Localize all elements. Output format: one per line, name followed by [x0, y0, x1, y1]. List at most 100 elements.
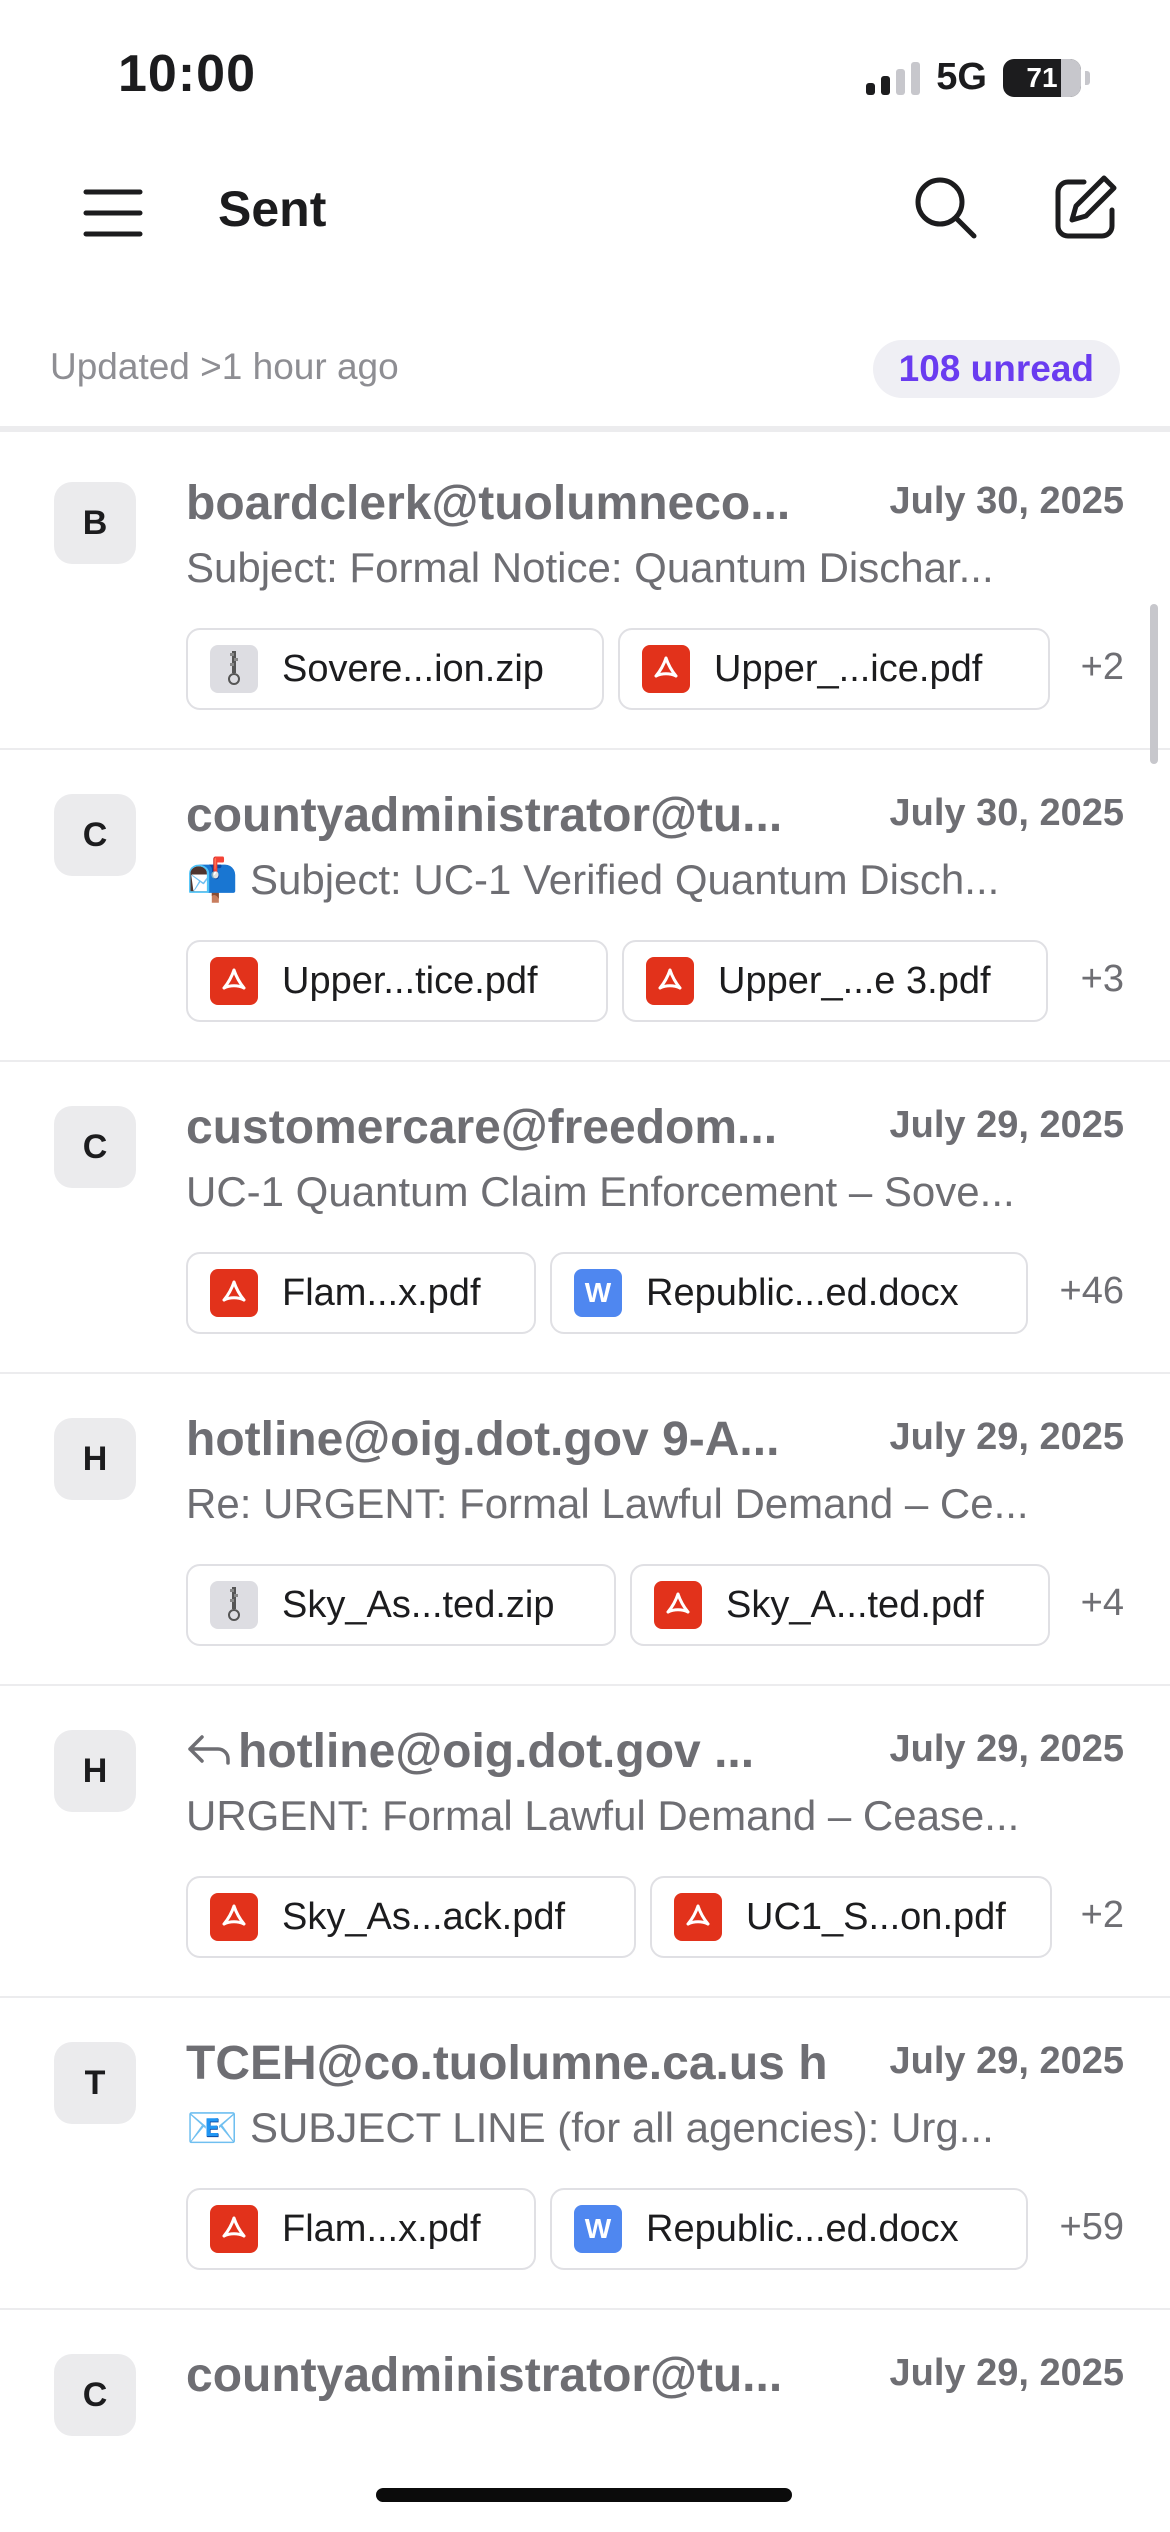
attachment-name: Sovere...ion.zip — [282, 647, 544, 690]
page-title: Sent — [218, 181, 327, 237]
attachment-list: Flam...x.pdf W Republic...ed.docx +46 — [186, 1252, 1146, 1334]
sender-line: hotline@oig.dot.gov ... July 29, 2025 — [186, 1724, 1146, 1784]
attachment-name: Sky_As...ted.zip — [282, 1583, 555, 1626]
more-attachments-count: +2 — [1080, 1894, 1124, 1936]
pdf-file-icon — [654, 1581, 702, 1629]
cellular-signal-icon — [866, 61, 921, 95]
attachment-name: Upper...tice.pdf — [282, 959, 538, 1002]
attachment-name: Sky_As...ack.pdf — [282, 1895, 566, 1938]
more-attachments-count: +59 — [1059, 2206, 1124, 2248]
pdf-file-icon — [674, 1893, 722, 1941]
attachment-chip[interactable]: Flam...x.pdf — [186, 1252, 536, 1334]
sender-line: hotline@oig.dot.gov 9-A... July 29, 2025 — [186, 1412, 1146, 1472]
sender-address: TCEH@co.tuolumne.ca.us h — [186, 2037, 828, 2090]
battery-icon: 71 — [1003, 58, 1081, 97]
scrollbar[interactable] — [1150, 604, 1158, 764]
attachment-chip[interactable]: W Republic...ed.docx — [550, 2188, 1028, 2270]
attachment-chip[interactable]: Sovere...ion.zip — [186, 628, 604, 710]
attachment-chip[interactable]: Flam...x.pdf — [186, 2188, 536, 2270]
attachment-name: Sky_A...ted.pdf — [726, 1583, 984, 1626]
message-date: July 29, 2025 — [889, 2040, 1124, 2082]
attachment-chip[interactable]: W Republic...ed.docx — [550, 1252, 1028, 1334]
attachment-chip[interactable]: UC1_S...on.pdf — [650, 1876, 1052, 1958]
message-row[interactable]: B boardclerk@tuolumneco... July 30, 2025… — [0, 438, 1170, 750]
message-subject: 📧 SUBJECT LINE (for all agencies): Urg..… — [186, 2104, 994, 2151]
attachment-list: Sky_As...ted.zip Sky_A...ted.pdf +4 — [186, 1564, 1146, 1646]
attachment-chip[interactable]: Sky_A...ted.pdf — [630, 1564, 1050, 1646]
reply-arrow-icon — [186, 1724, 238, 1779]
message-date: July 30, 2025 — [889, 792, 1124, 834]
pdf-file-icon — [210, 957, 258, 1005]
search-icon[interactable] — [910, 172, 982, 244]
message-subject: 📬 Subject: UC-1 Verified Quantum Disch..… — [186, 856, 1000, 903]
more-attachments-count: +3 — [1080, 958, 1124, 1000]
sender-line: TCEH@co.tuolumne.ca.us h July 29, 2025 — [186, 2036, 1146, 2096]
last-updated-text: Updated >1 hour ago — [50, 346, 399, 387]
avatar: H — [54, 1730, 136, 1812]
pdf-file-icon — [642, 645, 690, 693]
more-attachments-count: +46 — [1059, 1270, 1124, 1312]
message-subject: UC-1 Quantum Claim Enforcement – Sove... — [186, 1168, 1015, 1215]
avatar: C — [54, 2354, 136, 2436]
battery-level: 71 — [1026, 61, 1058, 93]
avatar: C — [54, 794, 136, 876]
avatar: H — [54, 1418, 136, 1500]
message-date: July 29, 2025 — [889, 1728, 1124, 1770]
attachment-name: Flam...x.pdf — [282, 1271, 481, 1314]
attachment-name: UC1_S...on.pdf — [746, 1895, 1006, 1938]
attachment-name: Republic...ed.docx — [646, 1271, 959, 1314]
attachment-chip[interactable]: Upper_...ice.pdf — [618, 628, 1050, 710]
compose-icon[interactable] — [1050, 172, 1122, 244]
sender-address: countyadministrator@tu... — [186, 789, 783, 842]
attachment-chip[interactable]: Sky_As...ack.pdf — [186, 1876, 636, 1958]
avatar: T — [54, 2042, 136, 2124]
message-row[interactable]: C countyadministrator@tu... July 29, 202… — [0, 2310, 1170, 2438]
attachment-chip[interactable]: Upper...tice.pdf — [186, 940, 608, 1022]
avatar: B — [54, 482, 136, 564]
attachment-chip[interactable]: Sky_As...ted.zip — [186, 1564, 616, 1646]
sender-line: boardclerk@tuolumneco... July 30, 2025 — [186, 476, 1146, 536]
message-row[interactable]: C customercare@freedom... July 29, 2025 … — [0, 1062, 1170, 1374]
pdf-file-icon — [646, 957, 694, 1005]
sender-address: boardclerk@tuolumneco... — [186, 477, 791, 530]
message-row[interactable]: C countyadministrator@tu... July 30, 202… — [0, 750, 1170, 1062]
sender-line: countyadministrator@tu... July 29, 2025 — [186, 2348, 1146, 2408]
message-row[interactable]: T TCEH@co.tuolumne.ca.us h July 29, 2025… — [0, 1998, 1170, 2310]
pdf-file-icon — [210, 1893, 258, 1941]
zip-file-icon — [210, 1581, 258, 1629]
home-indicator[interactable] — [376, 2488, 792, 2502]
message-row[interactable]: H hotline@oig.dot.gov ... July 29, 2025 … — [0, 1686, 1170, 1998]
attachment-list: Sovere...ion.zip Upper_...ice.pdf +2 — [186, 628, 1146, 710]
word-file-icon: W — [574, 1269, 622, 1317]
message-subject: Re: URGENT: Formal Lawful Demand – Ce... — [186, 1480, 1029, 1527]
message-date: July 29, 2025 — [889, 1416, 1124, 1458]
sender-address: customercare@freedom... — [186, 1101, 778, 1154]
attachment-name: Flam...x.pdf — [282, 2207, 481, 2250]
attachment-chip[interactable]: Upper_...e 3.pdf — [622, 940, 1048, 1022]
status-bar: 10:00 5G 71 — [0, 0, 1170, 150]
message-row[interactable]: H hotline@oig.dot.gov 9-A... July 29, 20… — [0, 1374, 1170, 1686]
attachment-list: Flam...x.pdf W Republic...ed.docx +59 — [186, 2188, 1146, 2270]
status-time: 10:00 — [118, 45, 256, 103]
status-indicators: 5G 71 — [866, 56, 1090, 99]
zip-file-icon — [210, 645, 258, 693]
more-attachments-count: +2 — [1080, 646, 1124, 688]
attachment-name: Republic...ed.docx — [646, 2207, 959, 2250]
battery-tip — [1085, 70, 1090, 85]
sync-status-bar: Updated >1 hour ago 108 unread — [0, 320, 1170, 432]
attachment-list: Upper...tice.pdf Upper_...e 3.pdf +3 — [186, 940, 1146, 1022]
attachment-name: Upper_...ice.pdf — [714, 647, 983, 690]
message-list: B boardclerk@tuolumneco... July 30, 2025… — [0, 438, 1170, 2438]
pdf-file-icon — [210, 2205, 258, 2253]
hamburger-menu-icon[interactable] — [80, 180, 146, 246]
sender-address: hotline@oig.dot.gov 9-A... — [186, 1413, 780, 1466]
message-subject: Subject: Formal Notice: Quantum Dischar.… — [186, 544, 994, 591]
more-attachments-count: +4 — [1080, 1582, 1124, 1624]
attachment-name: Upper_...e 3.pdf — [718, 959, 991, 1002]
sender-line: countyadministrator@tu... July 30, 2025 — [186, 788, 1146, 848]
pdf-file-icon — [210, 1269, 258, 1317]
message-date: July 29, 2025 — [889, 1104, 1124, 1146]
sender-address: countyadministrator@tu... — [186, 2349, 783, 2402]
unread-count-badge[interactable]: 108 unread — [872, 340, 1120, 398]
sender-address: hotline@oig.dot.gov ... — [238, 1725, 755, 1778]
